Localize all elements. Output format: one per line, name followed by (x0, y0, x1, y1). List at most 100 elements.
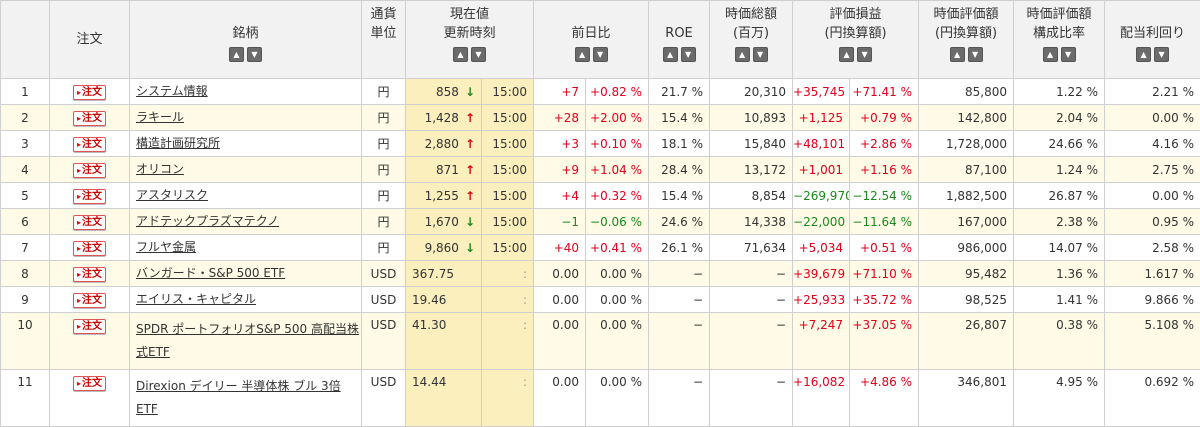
market-value: 85,800 (919, 79, 1014, 105)
currency-unit: USD (362, 287, 406, 313)
dividend-yield: 2.75 % (1105, 157, 1200, 183)
stock-name-link[interactable]: SPDR ポートフォリオS&P 500 高配当株式ETF (136, 322, 359, 359)
stock-name: ラキール (130, 105, 362, 131)
update-time: 15:00 (482, 235, 534, 261)
profit-loss-percent: +1.16 % (850, 157, 919, 183)
up-arrow-icon: ↑ (465, 189, 475, 203)
order-button[interactable]: ▸注文 (73, 111, 106, 126)
roe: − (649, 370, 710, 427)
sort-asc-button[interactable]: ▲ (1136, 47, 1151, 62)
current-price: 367.75 (406, 261, 482, 287)
order-button[interactable]: ▸注文 (73, 137, 106, 152)
profit-loss-percent: +71.41 % (850, 79, 919, 105)
sort-desc-button[interactable]: ▼ (968, 47, 983, 62)
order-button[interactable]: ▸注文 (73, 85, 106, 100)
current-price: 41.30 (406, 313, 482, 370)
currency-unit: USD (362, 261, 406, 287)
market-value: 1,728,000 (919, 131, 1014, 157)
play-icon: ▸ (77, 270, 81, 279)
table-row: 9▸注文エイリス・キャピタルUSD19.46:0.000.00 %−−+25,9… (1, 287, 1200, 313)
sort-asc-button[interactable]: ▲ (735, 47, 750, 62)
sort-desc-button[interactable]: ▼ (1154, 47, 1169, 62)
market-value: 98,525 (919, 287, 1014, 313)
row-number: 8 (1, 261, 50, 287)
sort-asc-button[interactable]: ▲ (950, 47, 965, 62)
market-cap: 10,893 (710, 105, 793, 131)
change-percent: +0.32 % (586, 183, 649, 209)
order-button[interactable]: ▸注文 (73, 267, 106, 282)
sort-desc-button[interactable]: ▼ (593, 47, 608, 62)
sort-desc-button[interactable]: ▼ (753, 47, 768, 62)
current-price: 1,255↑ (406, 183, 482, 209)
order-button[interactable]: ▸注文 (73, 189, 106, 204)
currency-unit: USD (362, 370, 406, 427)
stock-name: アドテックプラズマテクノ (130, 209, 362, 235)
stock-name-link[interactable]: アスタリスク (136, 188, 208, 202)
header-name: 銘柄 ▲▼ (130, 1, 362, 79)
currency-unit: 円 (362, 79, 406, 105)
currency-unit: 円 (362, 209, 406, 235)
sort-desc-button[interactable]: ▼ (857, 47, 872, 62)
update-time: : (482, 370, 534, 427)
change-percent: −0.06 % (586, 209, 649, 235)
sort-asc-button[interactable]: ▲ (663, 47, 678, 62)
change-percent: +0.10 % (586, 131, 649, 157)
sort-desc-button[interactable]: ▼ (247, 47, 262, 62)
profit-loss: +25,933 (793, 287, 850, 313)
market-cap: 20,310 (710, 79, 793, 105)
row-number: 11 (1, 370, 50, 427)
sort-desc-button[interactable]: ▼ (681, 47, 696, 62)
play-icon: ▸ (77, 114, 81, 123)
stock-name-link[interactable]: バンガード・S&P 500 ETF (136, 266, 285, 280)
roe: − (649, 287, 710, 313)
up-arrow-icon: ↑ (465, 111, 475, 125)
market-cap: 8,854 (710, 183, 793, 209)
composition-ratio: 0.38 % (1014, 313, 1105, 370)
stock-name-link[interactable]: システム情報 (136, 84, 208, 98)
stock-name: SPDR ポートフォリオS&P 500 高配当株式ETF (130, 313, 362, 370)
update-time: : (482, 261, 534, 287)
current-price: 1,428↑ (406, 105, 482, 131)
play-icon: ▸ (77, 379, 81, 388)
stock-name-link[interactable]: ラキール (136, 110, 184, 124)
sort-asc-button[interactable]: ▲ (229, 47, 244, 62)
stock-name-link[interactable]: オリコン (136, 162, 184, 176)
market-cap: 13,172 (710, 157, 793, 183)
order-button[interactable]: ▸注文 (73, 319, 106, 334)
roe: − (649, 261, 710, 287)
sort-desc-button[interactable]: ▼ (471, 47, 486, 62)
stock-name-link[interactable]: エイリス・キャピタル (136, 292, 256, 306)
header-roe: ROE ▲▼ (649, 1, 710, 79)
dividend-yield: 9.866 % (1105, 287, 1200, 313)
sort-asc-button[interactable]: ▲ (453, 47, 468, 62)
profit-loss: +1,125 (793, 105, 850, 131)
market-value: 95,482 (919, 261, 1014, 287)
stock-name-link[interactable]: フルヤ金属 (136, 240, 196, 254)
change-value: 0.00 (534, 287, 586, 313)
dividend-yield: 4.16 % (1105, 131, 1200, 157)
table-row: 2▸注文ラキール円1,428↑15:00+28+2.00 %15.4 %10,8… (1, 105, 1200, 131)
stock-name: アスタリスク (130, 183, 362, 209)
current-price: 14.44 (406, 370, 482, 427)
order-button[interactable]: ▸注文 (73, 215, 106, 230)
sort-desc-button[interactable]: ▼ (1061, 47, 1076, 62)
row-number: 1 (1, 79, 50, 105)
order-button[interactable]: ▸注文 (73, 241, 106, 256)
stock-name-link[interactable]: 構造計画研究所 (136, 136, 220, 150)
header-price: 現在値 更新時刻 ▲▼ (406, 1, 534, 79)
stock-name: Direxion デイリー 半導体株 ブル 3倍 ETF (130, 370, 362, 427)
sort-asc-button[interactable]: ▲ (1043, 47, 1058, 62)
order-button[interactable]: ▸注文 (73, 163, 106, 178)
market-cap: 71,634 (710, 235, 793, 261)
stock-name-link[interactable]: アドテックプラズマテクノ (136, 214, 279, 228)
order-button-cell: ▸注文 (50, 209, 130, 235)
order-button-cell: ▸注文 (50, 235, 130, 261)
order-button[interactable]: ▸注文 (73, 376, 106, 391)
sort-asc-button[interactable]: ▲ (575, 47, 590, 62)
stock-name-link[interactable]: Direxion デイリー 半導体株 ブル 3倍 ETF (136, 379, 341, 416)
down-arrow-icon: ↓ (465, 215, 475, 229)
profit-loss-percent: +71.10 % (850, 261, 919, 287)
play-icon: ▸ (77, 192, 81, 201)
order-button[interactable]: ▸注文 (73, 293, 106, 308)
sort-asc-button[interactable]: ▲ (839, 47, 854, 62)
